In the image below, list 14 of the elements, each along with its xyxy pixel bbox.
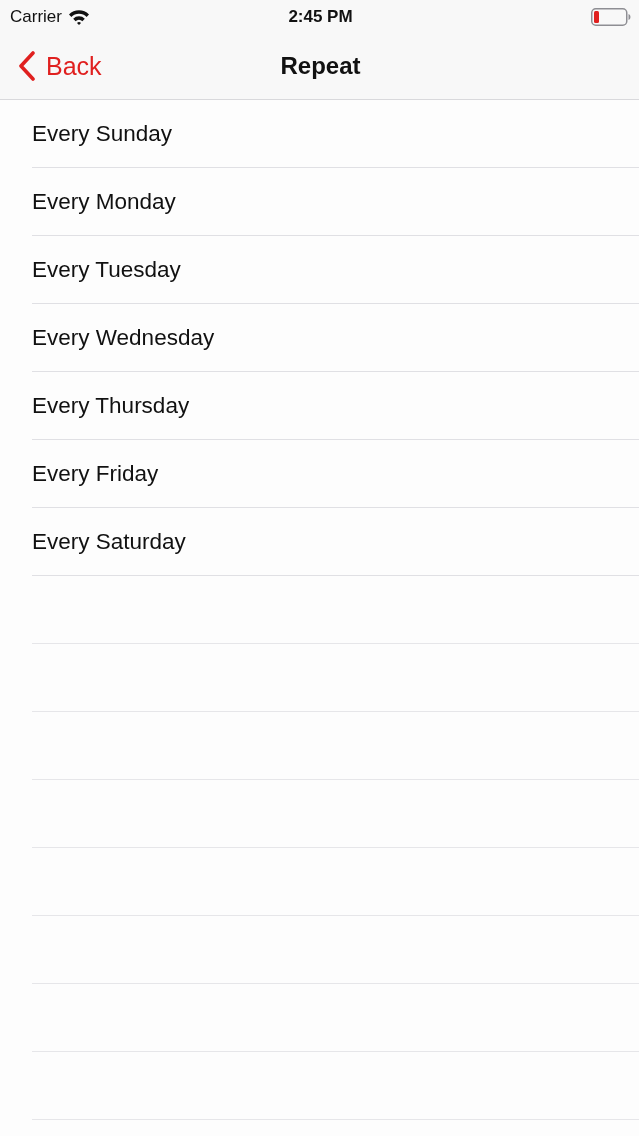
repeat-option[interactable]: Every Wednesday: [32, 304, 639, 372]
carrier-name: Carrier: [10, 6, 62, 27]
repeat-option[interactable]: Every Monday: [32, 168, 639, 236]
battery-icon: [591, 7, 631, 26]
repeat-option[interactable]: Every Saturday: [32, 508, 639, 576]
status-time: 2:45 PM: [288, 6, 353, 27]
chevron-left-icon: [18, 51, 36, 81]
repeat-option[interactable]: Every Friday: [32, 440, 639, 508]
wifi-icon: [67, 8, 90, 25]
screen-title: Repeat: [280, 52, 361, 80]
repeat-option[interactable]: Every Sunday: [32, 100, 639, 168]
back-button[interactable]: Back: [18, 51, 102, 81]
repeat-option[interactable]: Every Tuesday: [32, 236, 639, 304]
repeat-option[interactable]: Every Thursday: [32, 372, 639, 440]
